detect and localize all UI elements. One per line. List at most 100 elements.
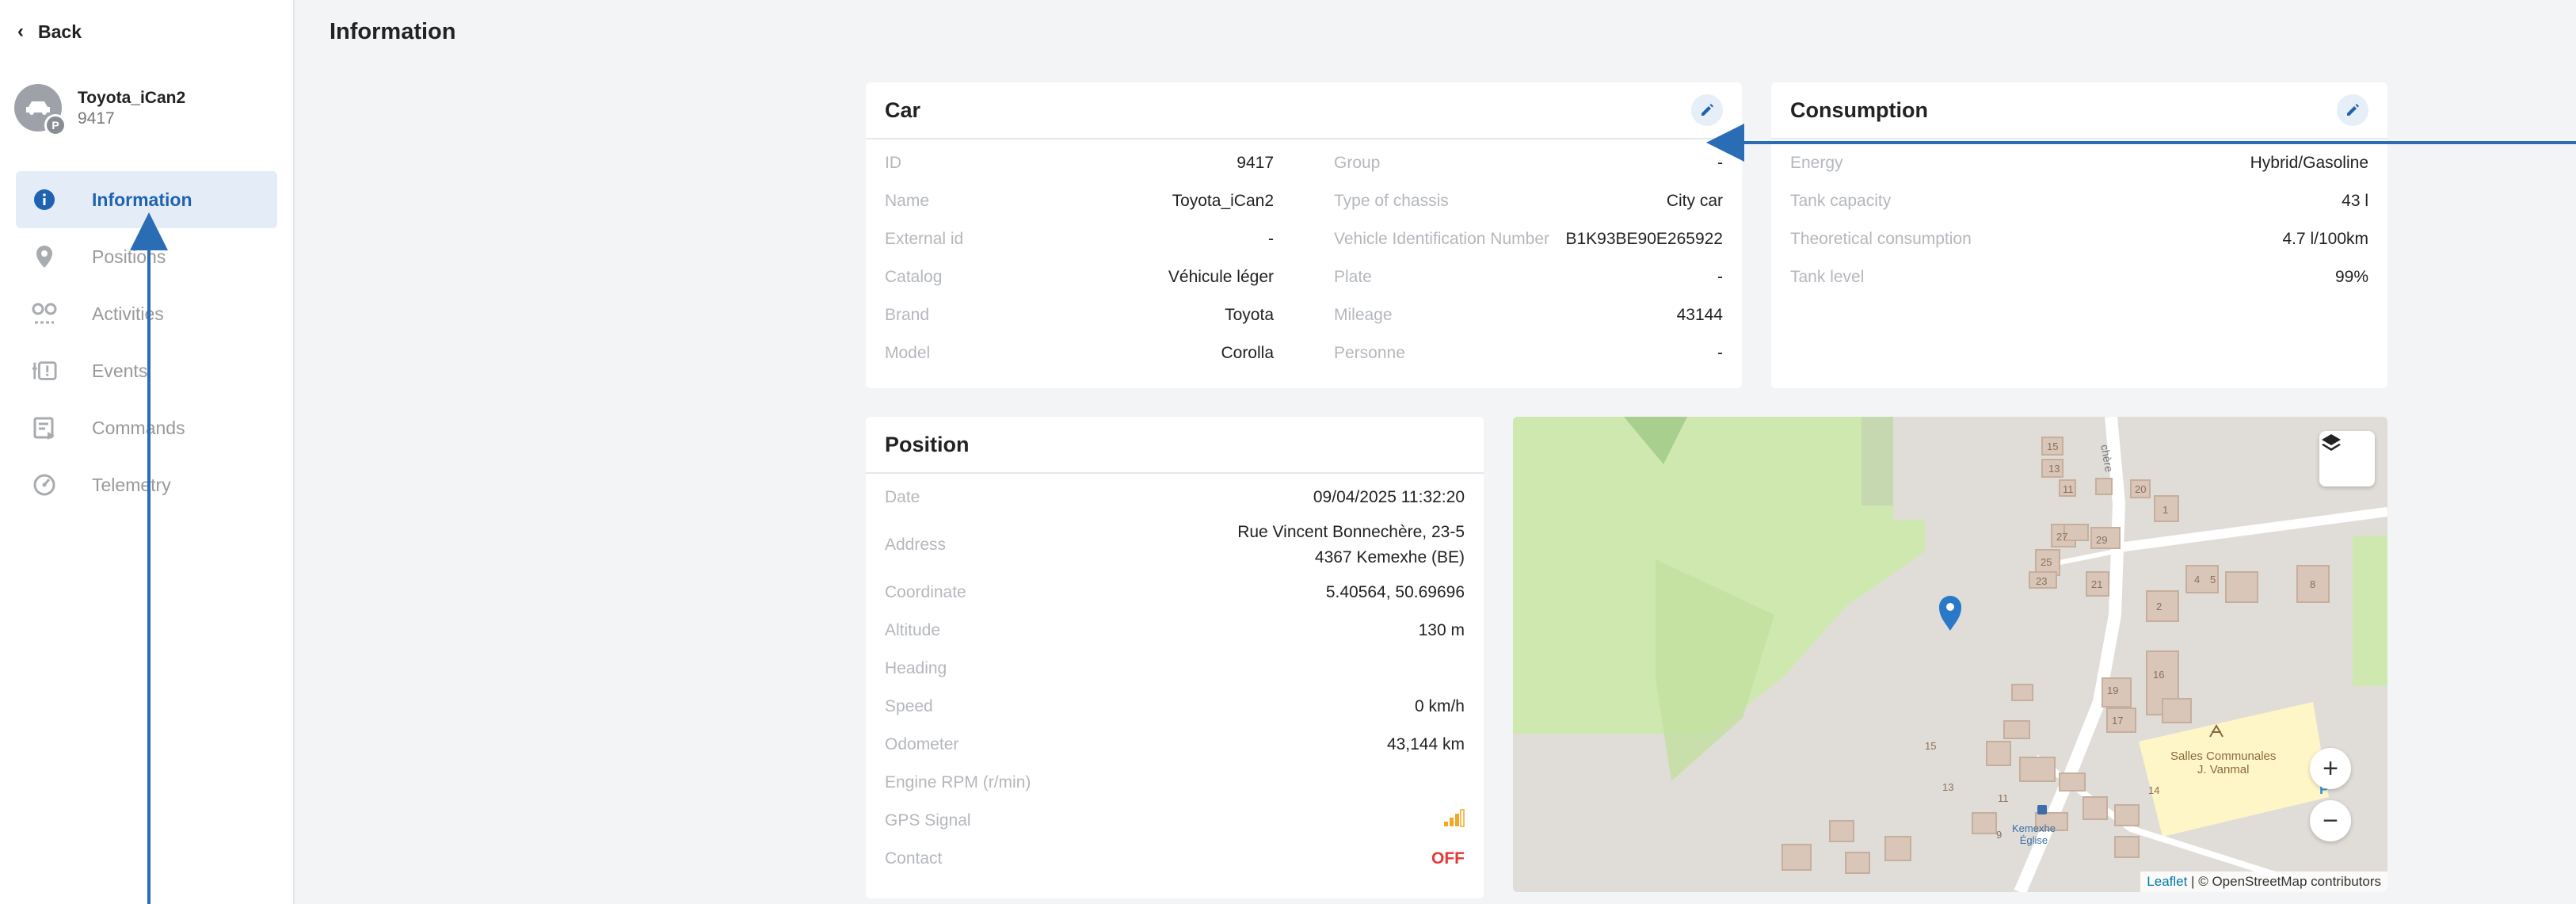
house-number: 13 <box>1942 781 1953 793</box>
sidebar-item-commands[interactable]: Commands <box>16 399 277 456</box>
field-value: Véhicule léger <box>1168 268 1274 286</box>
house-number: 13 <box>2048 463 2060 475</box>
zoom-out-button[interactable]: − <box>2310 800 2351 841</box>
field-label: Group <box>1334 154 1381 172</box>
field-label: Catalog <box>885 268 943 286</box>
car-details-right: Group - Type of chassis City car Vehicle I… <box>1334 144 1723 372</box>
sidebar-item-events[interactable]: Events <box>16 342 277 399</box>
car-row-catalog: Catalog Véhicule léger <box>885 258 1274 296</box>
field-label: Type of chassis <box>1334 192 1449 210</box>
back-button[interactable]: ‹ Back <box>17 21 82 43</box>
field-value: - <box>1717 154 1723 172</box>
car-card-header: Car <box>866 82 1742 139</box>
parked-badge: P <box>44 114 67 136</box>
field-label: Altitude <box>885 621 941 639</box>
field-label: Contact <box>885 849 943 868</box>
car-row-name: Name Toyota_iCan2 <box>885 182 1274 220</box>
field-label: Mileage <box>1334 306 1393 324</box>
car-row-personne: Personne - <box>1334 334 1723 372</box>
position-row-date: Date 09/04/2025 11:32:20 <box>885 479 1465 517</box>
house-number: 19 <box>2107 685 2118 696</box>
position-row-contact: Contact OFF <box>885 840 1465 878</box>
field-value: 4.7 l/100km <box>2282 230 2368 248</box>
address-line-1: Rue Vincent Bonnechère, 23-5 <box>1237 523 1465 541</box>
house-number: 25 <box>2041 556 2052 568</box>
car-details-left: ID 9417 Name Toyota_iCan2 External id - Cat… <box>885 144 1274 372</box>
leaflet-link[interactable]: Leaflet <box>2147 874 2187 889</box>
map-layers-button[interactable] <box>2319 431 2375 486</box>
consumption-row-tank-capacity: Tank capacity 43 l <box>1790 182 2368 220</box>
field-label: Address <box>885 536 947 554</box>
field-label: ID <box>885 154 901 172</box>
position-map[interactable]: 15 13 11 20 1 27 25 23 29 21 4 5 8 2 19 … <box>1513 417 2387 892</box>
edit-consumption-button[interactable] <box>2337 94 2368 126</box>
sidebar: ‹ Back P Toyota_iCan2 9417 Information P… <box>0 0 295 904</box>
position-row-altitude: Altitude 130 m <box>885 612 1465 650</box>
house-number: 9 <box>1996 829 2002 841</box>
address-line-2: 4367 Kemexhe (BE) <box>1314 548 1465 566</box>
field-label: Tank capacity <box>1790 192 1892 210</box>
back-label: Back <box>38 21 82 42</box>
field-value: 99% <box>2334 268 2368 286</box>
pencil-icon <box>1701 104 1713 116</box>
poi-label-salles: Salles Communales J. Vanmal <box>2170 750 2276 776</box>
house-number: 11 <box>1998 792 2009 804</box>
poi-label-bus-stop: Kemexhe Église <box>2012 822 2056 846</box>
sidebar-item-activities[interactable]: Activities <box>16 285 277 342</box>
sidebar-item-label: Information <box>92 189 192 210</box>
zoom-in-button[interactable]: + <box>2310 748 2351 789</box>
house-number: 8 <box>2310 578 2315 590</box>
bus-stop-icon <box>2037 805 2047 814</box>
gauge-icon <box>32 473 57 497</box>
sidebar-nav: Information Positions Activities Events … <box>16 171 277 513</box>
position-row-heading: Heading <box>885 650 1465 688</box>
field-label: Heading <box>885 659 947 677</box>
osm-attribution: | © OpenStreetMap contributors <box>2187 874 2381 889</box>
field-value: 0 km/h <box>1414 697 1465 715</box>
car-row-model: Model Corolla <box>885 334 1274 372</box>
position-row-rpm: Engine RPM (r/min) <box>885 764 1465 802</box>
sidebar-item-label: Telemetry <box>92 474 171 495</box>
house-number: 29 <box>2096 534 2107 546</box>
car-card-title: Car <box>885 97 921 122</box>
house-number: 15 <box>2047 441 2058 452</box>
house-number: 27 <box>2056 531 2067 543</box>
field-label: External id <box>885 230 964 248</box>
sidebar-item-information[interactable]: Information <box>16 171 277 228</box>
sidebar-item-telemetry[interactable]: Telemetry <box>16 456 277 513</box>
field-value: 43,144 km <box>1386 735 1465 753</box>
field-value: 43 l <box>2342 192 2368 210</box>
field-label: GPS Signal <box>885 811 971 830</box>
field-label: Engine RPM (r/min) <box>885 773 1031 791</box>
map-tiles: 15 13 11 20 1 27 25 23 29 21 4 5 8 2 19 … <box>1513 417 2387 892</box>
car-row-plate: Plate - <box>1334 258 1723 296</box>
location-pin-icon <box>32 245 57 269</box>
poi-label-line: Kemexhe <box>2012 822 2056 834</box>
consumption-row-energy: Energy Hybrid/Gasoline <box>1790 144 2368 182</box>
car-row-brand: Brand Toyota <box>885 296 1274 334</box>
pencil-icon <box>2347 104 2359 116</box>
consumption-row-tank-level: Tank level 99% <box>1790 258 2368 296</box>
edit-car-button[interactable] <box>1691 94 1723 126</box>
house-number: 2 <box>2156 601 2162 612</box>
field-label: Plate <box>1334 268 1372 286</box>
sidebar-item-positions[interactable]: Positions <box>16 228 277 285</box>
field-value: Corolla <box>1221 344 1274 362</box>
field-value: - <box>1268 230 1274 248</box>
house-number: 4 <box>2194 574 2200 586</box>
field-label: Model <box>885 344 931 362</box>
house-number: 16 <box>2153 669 2164 681</box>
field-area <box>1862 417 1893 505</box>
car-icon <box>26 101 50 115</box>
consumption-card: Consumption Energy Hybrid/Gasoline Tank c… <box>1771 82 2387 388</box>
contact-status-value: OFF <box>1431 849 1465 868</box>
layers-icon <box>2322 434 2341 451</box>
field-label: Tank level <box>1790 268 1865 286</box>
field-value: - <box>1717 268 1723 286</box>
sidebar-item-label: Activities <box>92 303 164 324</box>
house-number: 15 <box>1925 740 1936 752</box>
avatar: P <box>14 84 67 136</box>
field-label: Brand <box>885 306 930 324</box>
field-label: Speed <box>885 697 933 715</box>
field-label: Theoretical consumption <box>1790 230 1972 248</box>
